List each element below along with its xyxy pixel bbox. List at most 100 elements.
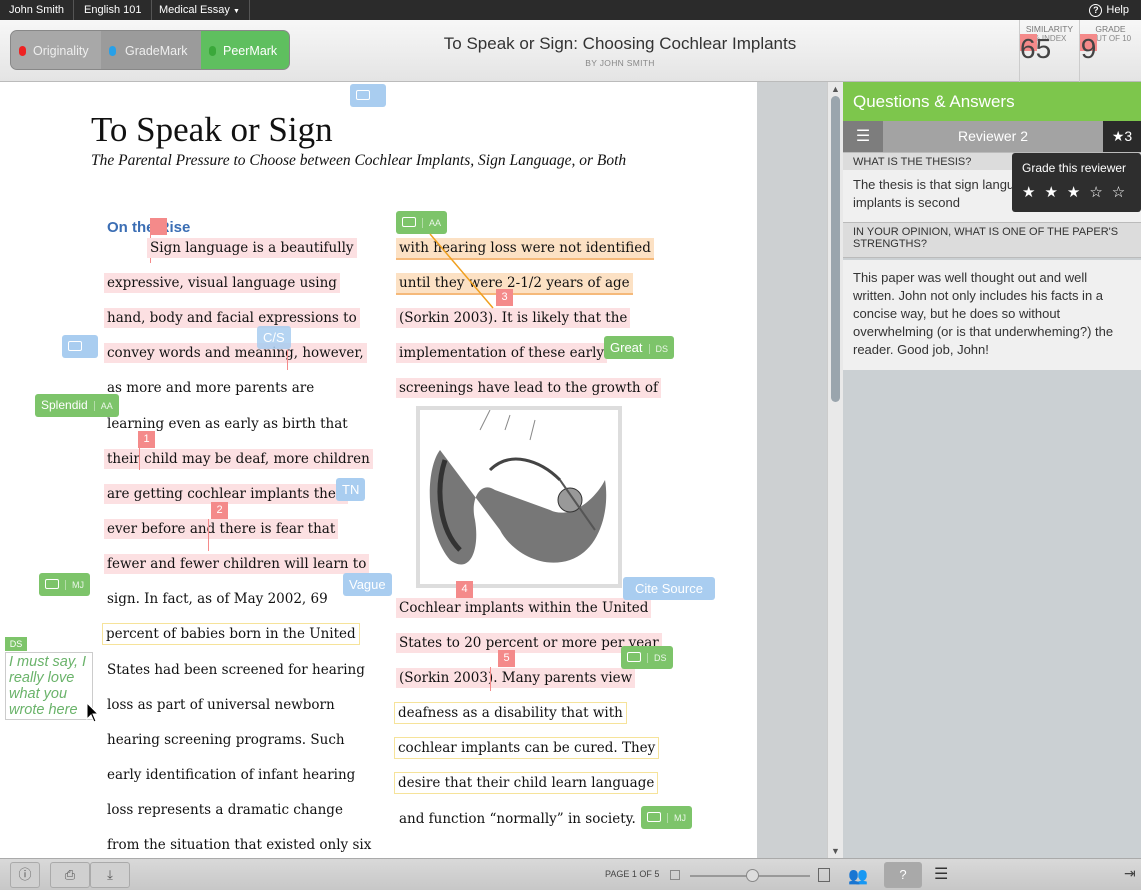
great-tag[interactable]: Great DS (604, 336, 675, 359)
comment-bubble[interactable] (62, 335, 98, 358)
mark-line (139, 448, 140, 470)
page-gutter (757, 82, 827, 858)
menu-icon[interactable]: ☰ (934, 864, 948, 884)
paper-line: hearing screening programs. Such (107, 732, 345, 748)
paper-title: To Speak or Sign (91, 110, 333, 149)
print-button[interactable]: ⎙ (50, 862, 90, 888)
paper-subtitle: The Parental Pressure to Choose between … (91, 152, 627, 169)
paper-line: are getting cochlear implants then (104, 484, 348, 504)
document-title: To Speak or Sign: Choosing Cochlear Impl… (443, 34, 797, 53)
panel-title: Questions & Answers (843, 82, 1141, 121)
mark-line (208, 519, 209, 551)
peers-icon[interactable]: 👥 (848, 866, 868, 886)
mark-number-4[interactable]: 4 (456, 581, 473, 598)
mark-number-5[interactable]: 5 (498, 650, 515, 667)
ear-anatomy-image (416, 406, 622, 588)
reviewer-rating-button[interactable]: ★3 (1103, 121, 1141, 152)
tn-tag[interactable]: TN (336, 478, 366, 501)
inline-note[interactable]: I must say, I really love what you wrote… (5, 652, 93, 720)
ear-drawing-icon (429, 409, 607, 565)
paper-line: percent of babies born in the United (102, 623, 360, 645)
originality-tab[interactable]: Originality (11, 31, 101, 69)
exit-icon[interactable]: ⇥ (1124, 865, 1136, 882)
comment-tag-mj-2[interactable]: MJ (641, 806, 692, 829)
scroll-up-icon[interactable]: ▲ (831, 84, 840, 94)
list-icon[interactable]: ☰ (843, 121, 883, 152)
paper-line: hand, body and facial expressions to (104, 308, 360, 328)
paper-line: as more and more parents are (107, 380, 315, 396)
paper-line: sign. In fact, as of May 2002, 69 (107, 591, 328, 607)
grademark-label: GradeMark (125, 44, 188, 58)
mark-line (490, 667, 491, 691)
tooltip-label: Grade this reviewer (1022, 161, 1127, 175)
cite-source-tag[interactable]: Cite Source (623, 577, 715, 600)
reviewer-name[interactable]: Reviewer 2 (883, 121, 1103, 152)
paper-line: convey words and meaning, however, (104, 343, 367, 363)
paper-line: and function “normally” in society. (399, 811, 636, 827)
info-icon: ⓘ (18, 867, 32, 882)
comment-bubble-top[interactable] (350, 84, 386, 107)
assignment-menu[interactable]: Medical Essay ▼ (150, 0, 250, 20)
mark-number-3[interactable]: 3 (496, 289, 513, 306)
peermark-label: PeerMark (223, 44, 278, 58)
paper-line: deafness as a disability that with (394, 702, 627, 724)
qa-toggle-button[interactable]: ? (884, 862, 922, 888)
page-indicator: PAGE 1 OF 5 (605, 869, 660, 879)
reviewer-bar: ☰ Reviewer 2 ★3 (843, 121, 1141, 152)
zoom-handle[interactable] (746, 869, 759, 882)
question-2: IN YOUR OPINION, WHAT IS ONE OF THE PAPE… (843, 222, 1141, 258)
initials: MJ (667, 813, 686, 823)
paper-line: States had been screened for hearing (107, 662, 365, 678)
mark-number-2[interactable]: 2 (211, 502, 228, 519)
document-author: BY JOHN SMITH (585, 58, 655, 68)
grade-box[interactable]: GRADE 9 OUT OF 10 (1079, 20, 1141, 82)
comment-tag-mj[interactable]: MJ (39, 573, 90, 596)
print-icon: ⎙ (64, 867, 76, 882)
vague-tag[interactable]: Vague (343, 573, 392, 596)
mark-number-0[interactable] (150, 218, 167, 235)
splendid-tag[interactable]: Splendid AA (35, 394, 119, 417)
help-link[interactable]: ? Help (1089, 0, 1129, 20)
paper-line: early identification of infant hearing (107, 767, 356, 783)
comment-tag-ds[interactable]: DS (621, 646, 673, 669)
top-bar: John Smith English 101 Medical Essay ▼ ?… (0, 0, 1141, 20)
mark-line (287, 350, 288, 370)
comment-icon (45, 578, 59, 589)
comment-icon (647, 811, 661, 822)
paper-line: cochlear implants can be cured. They (394, 737, 660, 759)
peermark-tab[interactable]: PeerMark (201, 31, 289, 69)
star-rating[interactable]: ★★★☆☆ (1022, 183, 1131, 201)
paper-line: Sign language is a beautifully (147, 238, 357, 258)
paper-line: Cochlear implants within the United (396, 598, 652, 618)
splendid-label: Splendid (41, 398, 88, 412)
download-button[interactable]: ⤓ (90, 862, 130, 888)
note-initials: DS (5, 637, 27, 651)
grade-value: 9 (1080, 33, 1097, 64)
initials: DS (647, 653, 667, 663)
course-menu[interactable]: English 101 (75, 0, 152, 20)
page-small-icon (670, 870, 680, 880)
similarity-box[interactable]: SIMILARITY 65 % INDEX (1019, 20, 1079, 82)
help-label: Help (1106, 4, 1129, 16)
grade-reviewer-tooltip: Grade this reviewer ★★★☆☆ (1012, 153, 1141, 212)
paper-line: expressive, visual language using (104, 273, 340, 293)
grademark-tab[interactable]: GradeMark (101, 31, 201, 69)
mark-number-1[interactable]: 1 (138, 431, 155, 448)
originality-dot-icon (19, 46, 26, 56)
user-menu[interactable]: John Smith (0, 0, 75, 20)
section-heading: On the Rise (107, 219, 191, 236)
initials: AA (422, 218, 442, 228)
assignment-label: Medical Essay (159, 4, 230, 16)
info-button[interactable]: ⓘ (10, 862, 40, 888)
scroll-thumb[interactable] (831, 96, 840, 402)
cs-tag[interactable]: C/S (257, 326, 291, 349)
great-label: Great (610, 340, 643, 355)
comment-icon (356, 89, 370, 100)
vertical-scrollbar[interactable]: ▲ ▼ (827, 82, 843, 858)
paper-view: To Speak or Sign The Parental Pressure t… (0, 82, 757, 858)
download-icon: ⤓ (107, 867, 113, 882)
connector-arrow (429, 233, 494, 309)
comment-tag-aa[interactable]: AA (396, 211, 448, 234)
grademark-dot-icon (109, 46, 116, 56)
scroll-down-icon[interactable]: ▼ (831, 846, 840, 856)
